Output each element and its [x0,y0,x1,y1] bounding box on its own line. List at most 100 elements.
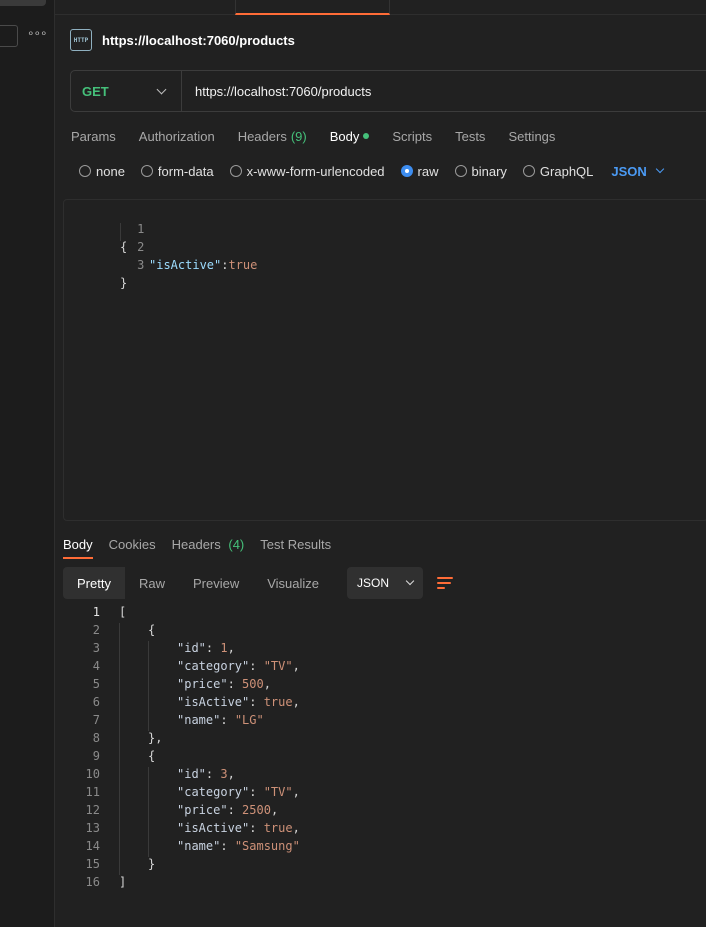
sidebar-filter-box[interactable] [0,25,18,47]
line-number: 13 [85,821,100,835]
json-comma: , [263,677,271,691]
line-number: 8 [92,731,100,745]
body-type-urlencoded[interactable]: x-www-form-urlencoded [229,163,385,179]
line-number: 2 [92,623,100,637]
radio-urlencoded[interactable] [229,165,242,177]
headers-count-badge: (9) [290,128,307,144]
view-visualize-button[interactable]: Visualize [253,567,333,599]
tab-headers-label: Headers [237,128,287,144]
radio-binary[interactable] [454,165,467,177]
line-text: "price": 500, [177,677,271,691]
active-request-tab[interactable] [235,0,390,15]
line-text: "id": 1, [177,641,235,655]
json-key: "name" [177,713,221,727]
line-text: "id": 3, [177,767,235,781]
json-comma: , [270,803,279,817]
raw-language-label: JSON [611,163,647,179]
body-type-label: GraphQL [539,163,594,179]
line-number: 11 [85,785,100,799]
chevron-down-icon [655,164,665,174]
line-text: "name": "Samsung" [177,839,300,853]
raw-language-select[interactable]: JSON [611,163,665,179]
json-key: "isActive" [177,821,250,835]
view-raw-button[interactable]: Raw [125,567,179,599]
body-type-none[interactable]: none [79,164,125,179]
line-text: [ [119,605,127,619]
line-number: 2 [137,240,145,254]
editor-line: 3 } [64,238,144,290]
response-format-select[interactable]: JSON [347,567,424,599]
line-text: "isActive": true, [177,695,300,709]
json-value: "Samsung" [234,839,300,853]
tab-authorization[interactable]: Authorization [139,129,215,144]
http-request-icon: HTTP [70,29,92,51]
response-tab-headers-label: Headers [171,536,221,552]
line-number: 12 [85,803,100,817]
tab-tests[interactable]: Tests [455,129,485,144]
line-number: 14 [85,839,100,853]
response-body-viewer[interactable]: 1 [2 {3 "id": 1, 4 "category": "TV", 5 "price":… [63,603,706,903]
json-key: "price" [177,803,228,817]
line-text: { [148,749,156,763]
response-tab-cookies[interactable]: Cookies [109,537,156,552]
json-value: "TV" [263,785,293,799]
line-text: "price": 2500, [177,803,279,817]
line-text: } [148,857,156,871]
radio-graphql[interactable] [522,165,535,177]
line-text: "category": "TV", [177,785,300,799]
request-title[interactable]: https://localhost:7060/products [102,33,295,48]
response-tab-body[interactable]: Body [63,537,93,559]
body-type-label: binary [471,163,507,179]
editor-line: 1 { [64,202,144,254]
response-tab-headers[interactable]: Headers (4) [172,537,245,552]
body-type-graphql[interactable]: GraphQL [522,163,594,179]
json-comma: , [227,767,235,781]
more-options-icon[interactable]: ∘∘∘ [27,26,48,40]
line-number: 5 [92,677,100,691]
editor-line: 2 "isActive":true [64,220,257,272]
left-sidebar-strip: ∘∘∘ [0,0,55,927]
body-type-binary[interactable]: binary [454,163,507,179]
method-select[interactable]: GET [71,71,182,111]
response-tab-test-results[interactable]: Test Results [260,537,331,552]
tab-body[interactable]: Body [330,129,370,144]
body-type-form-data[interactable]: form-data [140,164,214,179]
json-comma: , [292,659,300,673]
wrap-lines-icon[interactable] [437,576,455,590]
url-input[interactable] [195,83,645,99]
radio-raw[interactable] [400,165,413,177]
tab-headers[interactable]: Headers (9) [238,129,307,144]
body-type-label: x-www-form-urlencoded [246,163,385,179]
response-format-label: JSON [357,576,390,590]
json-key: "category" [177,785,250,799]
json-value: 2500 [242,803,271,817]
line-text: ] [119,875,127,889]
indent-guide [148,641,149,731]
tab-scripts[interactable]: Scripts [392,129,432,144]
radio-form-data[interactable] [140,165,153,177]
indent-guide [119,623,120,875]
view-pretty-button[interactable]: Pretty [63,567,125,599]
body-active-dot-icon [363,133,370,139]
json-value: "LG" [234,713,264,727]
radio-none[interactable] [79,165,91,177]
chevron-down-icon [156,84,167,94]
json-value: true [228,258,258,272]
url-bar: GET [70,70,706,112]
tab-body-label: Body [329,128,360,144]
request-body-editor[interactable]: 1 { 2 "isActive":true 3 } [63,199,706,521]
line-number: 1 [137,222,145,236]
tab-params[interactable]: Params [71,129,116,144]
method-label: GET [82,83,109,99]
body-type-raw[interactable]: raw [400,164,439,179]
json-key: "isActive" [177,695,250,709]
json-key: "category" [177,659,250,673]
line-text: "category": "TV", [177,659,300,673]
json-value: 3 [220,767,228,781]
tab-settings[interactable]: Settings [508,129,555,144]
response-toolbar: Pretty Raw Preview Visualize JSON [63,567,455,599]
view-preview-button[interactable]: Preview [179,567,253,599]
line-number: 16 [85,875,100,889]
line-number: 9 [92,749,100,763]
line-text: }, [148,731,163,745]
